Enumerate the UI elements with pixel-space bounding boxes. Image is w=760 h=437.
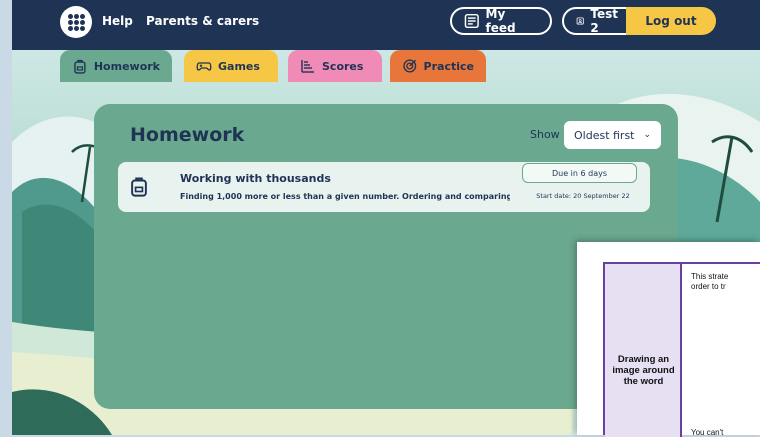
table-cell-label: Drawing an image around the word	[605, 264, 682, 437]
sort-select[interactable]: Oldest first ⌄	[564, 121, 661, 149]
logout-button[interactable]: Log out	[626, 7, 716, 35]
tab-games[interactable]: Games	[184, 50, 278, 82]
sort-label: Show	[530, 128, 560, 141]
menu-grid-icon[interactable]	[60, 6, 92, 38]
backpack-icon	[74, 59, 86, 74]
backpack-icon	[131, 177, 147, 197]
strategy-name: Drawing an image around the word	[612, 354, 675, 387]
start-date: Start date: 20 September 22	[536, 192, 630, 200]
my-feed-button[interactable]: My feed	[450, 7, 552, 35]
tab-scores[interactable]: Scores	[288, 50, 382, 82]
strategy-footer-text: You can't	[691, 428, 724, 437]
homework-title: Working with thousands	[180, 172, 331, 185]
target-icon	[403, 59, 417, 73]
page-title: Homework	[130, 124, 245, 146]
homework-description: Finding 1,000 more or less than a given …	[180, 192, 510, 201]
top-navigation-bar: Help Parents & carers My feed Test 2 Log…	[12, 0, 760, 50]
sort-select-value: Oldest first	[574, 128, 635, 142]
tab-practice-label: Practice	[423, 59, 474, 73]
user-profile-button[interactable]: Test 2	[562, 7, 632, 35]
help-link[interactable]: Help	[102, 14, 133, 28]
tab-practice[interactable]: Practice	[390, 50, 486, 82]
due-badge: Due in 6 days	[522, 163, 637, 183]
id-badge-icon	[576, 17, 584, 25]
strategy-line-2: order to tr	[691, 282, 726, 291]
tab-homework[interactable]: Homework	[60, 50, 172, 82]
tab-homework-label: Homework	[93, 59, 160, 73]
parents-carers-link[interactable]: Parents & carers	[146, 14, 259, 28]
bar-chart-icon	[301, 60, 314, 73]
gamepad-icon	[196, 62, 212, 71]
tab-games-label: Games	[218, 59, 260, 73]
chevron-down-icon: ⌄	[643, 130, 651, 140]
feed-icon	[464, 13, 479, 29]
my-feed-label: My feed	[485, 7, 516, 35]
tab-scores-label: Scores	[322, 59, 364, 73]
user-name: Test 2	[590, 7, 618, 35]
strategy-line-1: This strate	[691, 272, 729, 281]
section-tabs: Homework Games Scores Practice	[12, 50, 760, 82]
strategy-description: This strate order to tr	[691, 272, 757, 292]
document-overlay: Drawing an image around the word This st…	[577, 242, 760, 437]
homework-item[interactable]: Working with thousands Finding 1,000 mor…	[118, 162, 650, 212]
